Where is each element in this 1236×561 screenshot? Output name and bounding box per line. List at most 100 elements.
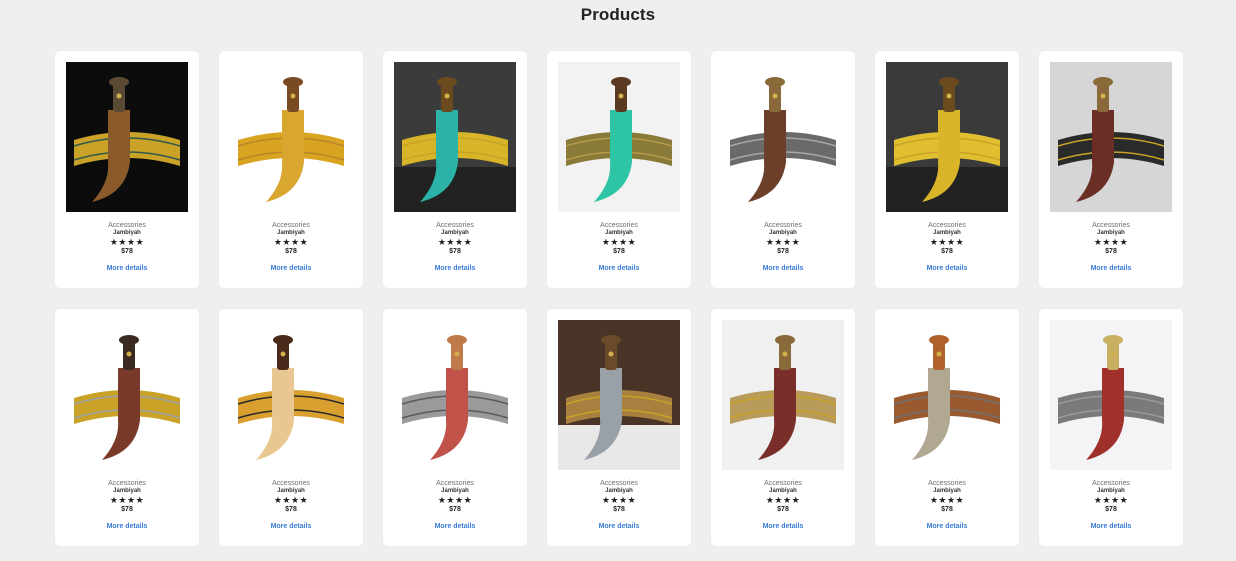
star-rating-icon: ★★★★ xyxy=(765,237,801,247)
product-name: Jambiyah xyxy=(605,488,633,494)
star-rating-icon: ★★★★ xyxy=(273,237,309,247)
product-meta: Accessories Jambiyah ★★★★ $78 More details xyxy=(219,480,363,533)
star-rating-icon: ★★★★ xyxy=(601,237,637,247)
more-details-link[interactable]: More details xyxy=(1091,521,1132,532)
star-rating-icon: ★★★★ xyxy=(601,495,637,505)
product-category: Accessories xyxy=(1092,222,1130,229)
product-name: Jambiyah xyxy=(113,488,141,494)
product-card[interactable]: Accessories Jambiyah ★★★★ $78 More details xyxy=(1039,309,1183,546)
product-meta: Accessories Jambiyah ★★★★ $78 More details xyxy=(55,222,199,275)
product-name: Jambiyah xyxy=(769,488,797,494)
star-rating-icon: ★★★★ xyxy=(109,495,145,505)
more-details-link[interactable]: More details xyxy=(107,521,148,532)
product-name: Jambiyah xyxy=(1097,230,1125,236)
product-category: Accessories xyxy=(600,480,638,487)
jambiya-illustration xyxy=(66,62,188,212)
product-name: Jambiyah xyxy=(441,230,469,236)
jambiya-illustration xyxy=(66,320,188,470)
product-card[interactable]: Accessories Jambiyah ★★★★ $78 More details xyxy=(547,51,691,288)
product-name: Jambiyah xyxy=(933,488,961,494)
more-details-link[interactable]: More details xyxy=(435,263,476,274)
product-meta: Accessories Jambiyah ★★★★ $78 More details xyxy=(1039,222,1183,275)
jambiya-illustration xyxy=(230,320,352,470)
more-details-link[interactable]: More details xyxy=(599,263,640,274)
product-image[interactable] xyxy=(394,62,516,212)
product-image[interactable] xyxy=(66,320,188,470)
product-name: Jambiyah xyxy=(605,230,633,236)
more-details-link[interactable]: More details xyxy=(271,521,312,532)
product-name: Jambiyah xyxy=(769,230,797,236)
product-meta: Accessories Jambiyah ★★★★ $78 More details xyxy=(875,222,1019,275)
more-details-link[interactable]: More details xyxy=(107,263,148,274)
product-name: Jambiyah xyxy=(1097,488,1125,494)
product-card[interactable]: Accessories Jambiyah ★★★★ $78 More details xyxy=(711,309,855,546)
more-details-link[interactable]: More details xyxy=(435,521,476,532)
product-card[interactable]: Accessories Jambiyah ★★★★ $78 More details xyxy=(1039,51,1183,288)
product-image[interactable] xyxy=(230,62,352,212)
jambiya-illustration xyxy=(722,320,844,470)
product-image[interactable] xyxy=(722,320,844,470)
product-card[interactable]: Accessories Jambiyah ★★★★ $78 More details xyxy=(875,51,1019,288)
product-meta: Accessories Jambiyah ★★★★ $78 More details xyxy=(383,480,527,533)
star-rating-icon: ★★★★ xyxy=(765,495,801,505)
product-price: $78 xyxy=(941,506,953,513)
product-image[interactable] xyxy=(230,320,352,470)
product-category: Accessories xyxy=(272,222,310,229)
product-image[interactable] xyxy=(558,62,680,212)
product-meta: Accessories Jambiyah ★★★★ $78 More details xyxy=(711,480,855,533)
product-card[interactable]: Accessories Jambiyah ★★★★ $78 More details xyxy=(875,309,1019,546)
product-image[interactable] xyxy=(558,320,680,470)
product-name: Jambiyah xyxy=(441,488,469,494)
product-card[interactable]: Accessories Jambiyah ★★★★ $78 More details xyxy=(383,309,527,546)
product-price: $78 xyxy=(121,248,133,255)
jambiya-illustration xyxy=(558,320,680,470)
product-meta: Accessories Jambiyah ★★★★ $78 More details xyxy=(55,480,199,533)
more-details-link[interactable]: More details xyxy=(599,521,640,532)
product-price: $78 xyxy=(613,506,625,513)
product-category: Accessories xyxy=(764,480,802,487)
product-image[interactable] xyxy=(886,320,1008,470)
product-card[interactable]: Accessories Jambiyah ★★★★ $78 More details xyxy=(711,51,855,288)
product-grid: Accessories Jambiyah ★★★★ $78 More details Ac… xyxy=(55,51,1185,546)
product-category: Accessories xyxy=(436,222,474,229)
product-price: $78 xyxy=(1105,248,1117,255)
more-details-link[interactable]: More details xyxy=(271,263,312,274)
jambiya-illustration xyxy=(1050,320,1172,470)
star-rating-icon: ★★★★ xyxy=(109,237,145,247)
more-details-link[interactable]: More details xyxy=(1091,263,1132,274)
product-category: Accessories xyxy=(928,480,966,487)
product-price: $78 xyxy=(121,506,133,513)
product-card[interactable]: Accessories Jambiyah ★★★★ $78 More details xyxy=(383,51,527,288)
more-details-link[interactable]: More details xyxy=(763,263,804,274)
product-meta: Accessories Jambiyah ★★★★ $78 More details xyxy=(875,480,1019,533)
star-rating-icon: ★★★★ xyxy=(273,495,309,505)
product-category: Accessories xyxy=(928,222,966,229)
product-category: Accessories xyxy=(108,480,146,487)
product-image[interactable] xyxy=(1050,320,1172,470)
more-details-link[interactable]: More details xyxy=(763,521,804,532)
product-category: Accessories xyxy=(764,222,802,229)
product-price: $78 xyxy=(449,248,461,255)
product-card[interactable]: Accessories Jambiyah ★★★★ $78 More details xyxy=(547,309,691,546)
product-image[interactable] xyxy=(1050,62,1172,212)
product-card[interactable]: Accessories Jambiyah ★★★★ $78 More details xyxy=(219,309,363,546)
product-category: Accessories xyxy=(436,480,474,487)
product-image[interactable] xyxy=(722,62,844,212)
product-meta: Accessories Jambiyah ★★★★ $78 More details xyxy=(711,222,855,275)
star-rating-icon: ★★★★ xyxy=(437,495,473,505)
more-details-link[interactable]: More details xyxy=(927,521,968,532)
product-card[interactable]: Accessories Jambiyah ★★★★ $78 More details xyxy=(55,51,199,288)
product-card[interactable]: Accessories Jambiyah ★★★★ $78 More details xyxy=(219,51,363,288)
product-price: $78 xyxy=(449,506,461,513)
product-image[interactable] xyxy=(66,62,188,212)
star-rating-icon: ★★★★ xyxy=(929,495,965,505)
product-price: $78 xyxy=(285,506,297,513)
product-card[interactable]: Accessories Jambiyah ★★★★ $78 More details xyxy=(55,309,199,546)
product-image[interactable] xyxy=(886,62,1008,212)
jambiya-illustration xyxy=(1050,62,1172,212)
more-details-link[interactable]: More details xyxy=(927,263,968,274)
product-image[interactable] xyxy=(394,320,516,470)
jambiya-illustration xyxy=(722,62,844,212)
product-price: $78 xyxy=(285,248,297,255)
jambiya-illustration xyxy=(886,320,1008,470)
